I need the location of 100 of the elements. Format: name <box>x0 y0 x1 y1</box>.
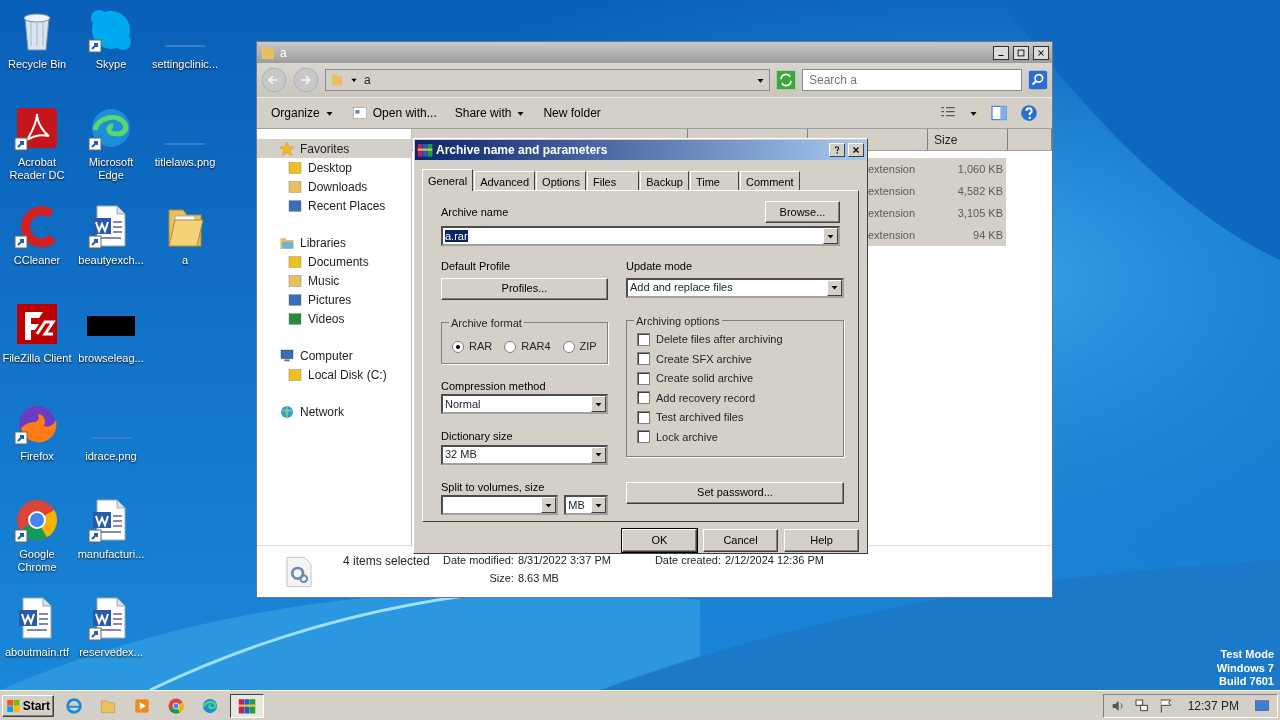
checkbox-option[interactable]: Add recovery record <box>637 388 833 408</box>
icon-label[interactable]: CCleaner <box>1 254 73 267</box>
icon-label[interactable]: titlelaws.png <box>149 156 221 169</box>
network-icon[interactable] <box>1133 697 1150 714</box>
start-button[interactable]: Start <box>2 694 54 717</box>
help-icon[interactable] <box>832 145 842 155</box>
icon-label[interactable]: Skype <box>75 58 147 71</box>
radio-icon[interactable] <box>452 340 464 353</box>
radio-option[interactable]: ZIP <box>562 338 597 355</box>
checkbox-option[interactable]: Test archived files <box>637 407 833 427</box>
chrome-circle-icon <box>167 696 185 715</box>
archive-name-field[interactable]: a.rar <box>441 226 840 246</box>
icon-label[interactable]: a <box>149 254 221 267</box>
preview-pane-icon[interactable] <box>990 105 1008 121</box>
nav-item[interactable]: Documents <box>257 252 411 271</box>
caret-icon[interactable] <box>545 501 553 509</box>
caret-icon[interactable] <box>595 501 602 509</box>
profiles-button[interactable]: Profiles... <box>441 277 608 300</box>
checkbox-option[interactable]: Create solid archive <box>637 368 833 388</box>
folder-icon <box>287 178 303 195</box>
nav-item[interactable]: Desktop <box>257 158 411 177</box>
taskbar-app[interactable] <box>230 693 264 718</box>
radio-option[interactable]: RAR <box>452 338 493 355</box>
dialog-title: Archive name and parameters <box>436 142 609 159</box>
caret-icon[interactable] <box>831 284 838 291</box>
toolbar-button[interactable]: New folder <box>543 104 601 122</box>
unit-select[interactable]: MB <box>564 495 608 515</box>
tab[interactable]: Files <box>587 171 640 190</box>
icon-label[interactable]: idrace.png <box>75 450 147 463</box>
nav-item[interactable]: Computer <box>257 346 411 365</box>
icon-label[interactable]: manufacturi... <box>75 548 147 561</box>
radio-icon[interactable] <box>504 340 517 353</box>
radio-icon[interactable] <box>562 340 575 353</box>
nav-item[interactable]: Videos <box>257 309 411 328</box>
tab[interactable]: Backup <box>640 171 689 190</box>
detail-value: 8/31/2022 3:37 PM <box>517 553 611 568</box>
update-mode-select[interactable]: Add and replace files <box>626 277 844 298</box>
checkbox[interactable] <box>637 352 650 366</box>
desktop-icon[interactable] <box>1253 697 1271 714</box>
nav-item[interactable]: Libraries <box>257 233 411 252</box>
icon-label[interactable]: aboutmain.rtf <box>1 646 73 659</box>
globe-icon <box>65 696 83 715</box>
icon-label[interactable]: settingclinic... <box>149 58 221 71</box>
nav-item[interactable]: Recent Places <box>257 196 411 215</box>
icon-label[interactable]: beautyexch... <box>75 254 147 267</box>
file-row[interactable]: extension 94 KB <box>865 224 1006 246</box>
file-row[interactable]: extension 4,582 KB <box>865 180 1006 202</box>
checkbox[interactable] <box>637 371 650 385</box>
radio-option[interactable]: RAR4 <box>504 338 551 355</box>
icon-label[interactable]: Microsoft Edge <box>75 156 147 182</box>
nav-item[interactable]: Downloads <box>257 177 411 196</box>
checkbox[interactable] <box>637 332 650 346</box>
caret-icon[interactable] <box>827 232 834 240</box>
tab[interactable]: Advanced <box>474 171 536 190</box>
nav-item[interactable]: Local Disk (C:) <box>257 365 411 384</box>
nav-item[interactable]: Favorites <box>257 139 411 158</box>
search-icon[interactable] <box>1028 70 1048 90</box>
dictionary-select[interactable]: 32 MB <box>441 444 608 465</box>
caret-icon[interactable] <box>595 451 602 458</box>
icon-label[interactable]: browseleag... <box>75 352 147 365</box>
dialog-button[interactable]: Help <box>784 529 859 552</box>
browse-button[interactable]: Browse... <box>765 201 840 223</box>
tab[interactable]: Time <box>689 171 739 190</box>
icon-label[interactable]: Recycle Bin <box>1 58 73 71</box>
refresh-icon[interactable] <box>776 70 796 90</box>
icon-label[interactable]: Acrobat Reader DC <box>1 156 73 182</box>
search-field[interactable]: Search a <box>802 69 1022 91</box>
close-icon[interactable] <box>851 145 861 155</box>
nav-item[interactable]: Network <box>257 402 411 421</box>
checkbox[interactable] <box>637 391 650 405</box>
checkbox[interactable] <box>637 410 650 424</box>
checkbox-option[interactable]: Create SFX archive <box>637 349 833 369</box>
address-bar[interactable]: a <box>325 69 770 91</box>
checkbox-option[interactable]: Delete files after archiving <box>637 329 833 349</box>
caret-icon[interactable] <box>595 400 602 408</box>
close-icon[interactable] <box>1036 47 1046 58</box>
icon-label[interactable]: FileZilla Client <box>1 352 73 365</box>
column-header[interactable]: Size <box>928 129 1008 150</box>
file-row[interactable]: extension 1,060 KB <box>865 158 1006 180</box>
set-password-button[interactable]: Set password... <box>626 481 844 504</box>
maximize-icon[interactable] <box>1016 47 1026 58</box>
toolbar-button[interactable]: Organize <box>271 104 334 122</box>
icon-label[interactable]: Firefox <box>1 450 73 463</box>
tab[interactable]: Comment <box>740 171 800 190</box>
tab[interactable]: General <box>422 169 474 191</box>
windows-logo-icon <box>6 697 21 714</box>
nav-item[interactable]: Pictures <box>257 290 411 309</box>
file-row[interactable]: extension 3,105 KB <box>865 202 1006 224</box>
checkbox-option[interactable]: Lock archive <box>637 427 833 447</box>
dialog-button[interactable]: Cancel <box>703 529 778 552</box>
checkbox[interactable] <box>637 430 650 444</box>
folder-icon <box>287 366 303 383</box>
dialog-button[interactable]: OK <box>622 529 697 552</box>
toolbar-button[interactable]: Open with... <box>351 104 437 122</box>
icon-label[interactable]: Google Chrome <box>1 548 73 574</box>
split-size-select[interactable] <box>441 495 559 515</box>
compression-select[interactable]: Normal <box>441 394 608 414</box>
toolbar-button[interactable]: Share with <box>454 104 526 122</box>
nav-item[interactable]: Music <box>257 271 411 290</box>
tab[interactable]: Options <box>536 171 586 190</box>
